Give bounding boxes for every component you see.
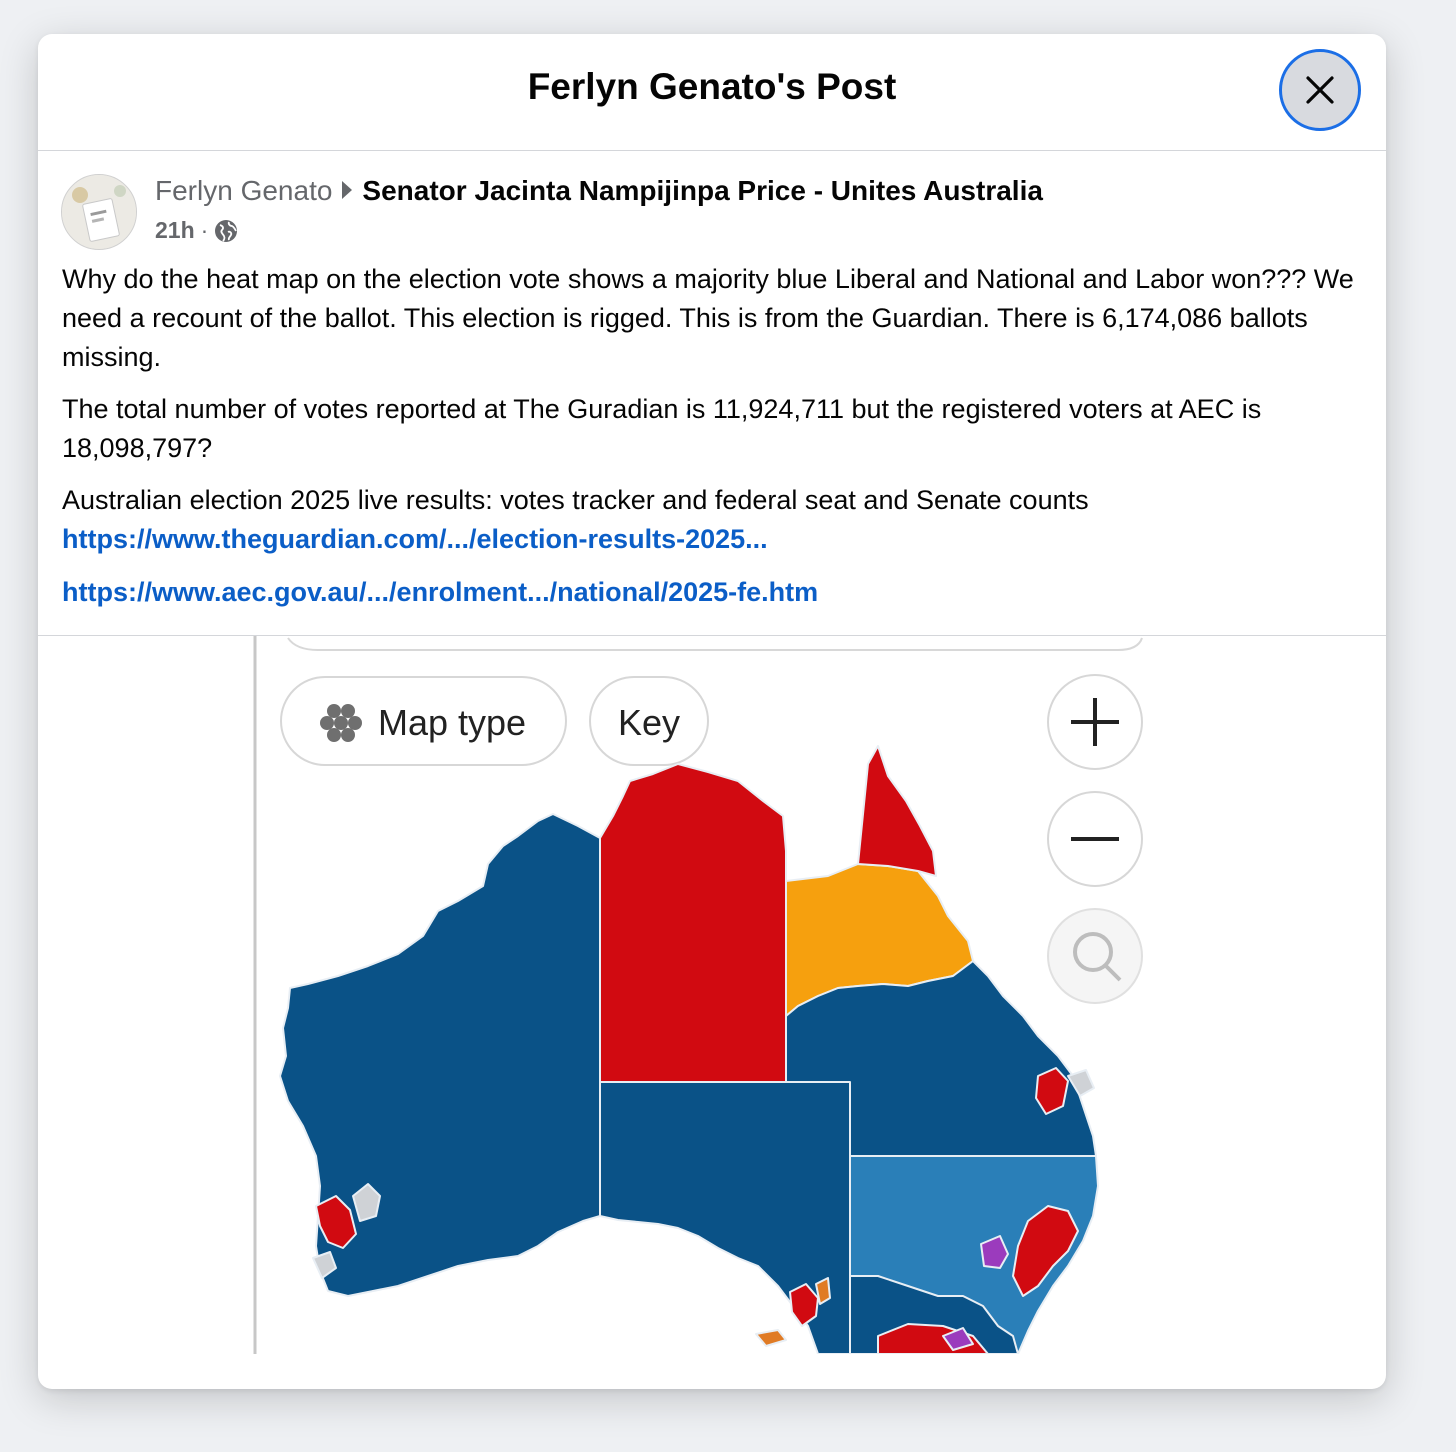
post-dialog: Ferlyn Genato's Post Ferlyn Genato Senato…: [38, 34, 1386, 1389]
meta-separator: ·: [200, 217, 209, 243]
caret-right-icon: [342, 181, 353, 199]
globe-icon: [215, 219, 238, 242]
post-paragraph: The total number of votes reported at Th…: [62, 394, 1262, 463]
post-paragraph: https://www.aec.gov.au/.../enrolment.../…: [62, 573, 1362, 612]
guardian-link[interactable]: https://www.theguardian.com/.../election…: [62, 520, 1362, 559]
region-nt: [599, 763, 787, 1083]
post-meta: 21h ·: [155, 217, 238, 244]
election-map-image: Map type Key: [38, 636, 1386, 1354]
post-body: Why do the heat map on the election vote…: [62, 260, 1362, 625]
avatar[interactable]: [61, 174, 137, 250]
group-name[interactable]: Senator Jacinta Nampijinpa Price - Unite…: [362, 175, 1043, 206]
close-button[interactable]: [1279, 49, 1361, 131]
post-time[interactable]: 21h: [155, 217, 195, 244]
key-label: Key: [618, 702, 680, 743]
reset-view-button[interactable]: [1047, 908, 1143, 1004]
aec-link[interactable]: https://www.aec.gov.au/.../enrolment.../…: [62, 573, 1362, 612]
post-paragraph: Australian election 2025 live results: v…: [62, 481, 1362, 559]
zoom-out-button[interactable]: [1047, 791, 1143, 887]
map-type-label: Map type: [378, 702, 526, 743]
avatar-image: [62, 175, 136, 249]
map-type-button[interactable]: Map type: [280, 676, 567, 766]
author-line: Ferlyn Genato Senator Jacinta Nampijinpa …: [155, 175, 1043, 207]
dialog-header: Ferlyn Genato's Post: [38, 34, 1386, 151]
post-paragraph: Why do the heat map on the election vote…: [62, 264, 1354, 372]
zoom-in-button[interactable]: [1047, 674, 1143, 770]
close-icon: [1306, 76, 1334, 104]
dialog-title: Ferlyn Genato's Post: [527, 66, 897, 107]
post-paragraph-text: Australian election 2025 live results: v…: [62, 485, 1089, 515]
author-name[interactable]: Ferlyn Genato: [155, 175, 332, 206]
post-image[interactable]: Map type Key: [38, 636, 1386, 1354]
key-button[interactable]: Key: [589, 676, 709, 766]
